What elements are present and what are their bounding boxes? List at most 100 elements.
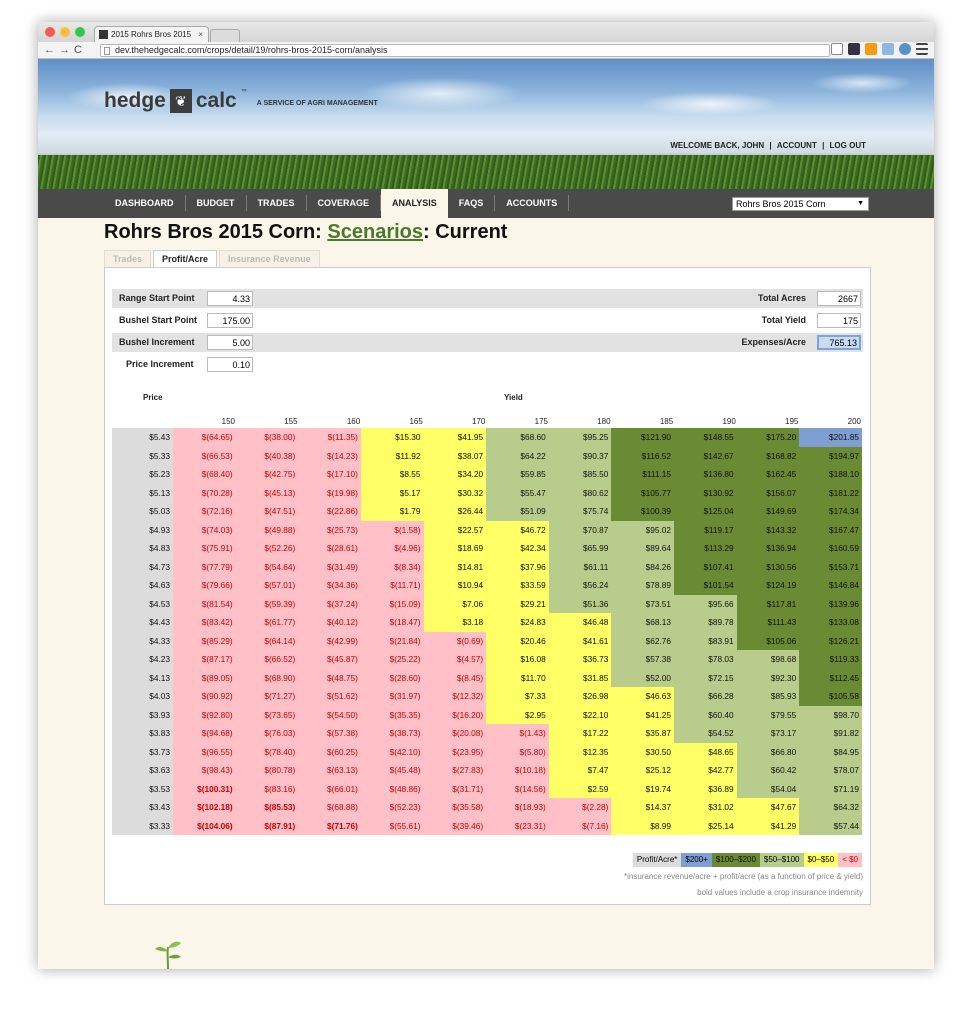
tab-close-icon[interactable]: × — [198, 27, 203, 42]
extension-icon[interactable] — [848, 43, 860, 55]
price-cell: $4.23 — [112, 650, 174, 669]
maximize-window-icon[interactable] — [75, 27, 85, 37]
profit-cell: $31.02 — [674, 798, 737, 817]
profit-cell: $64.32 — [799, 798, 862, 817]
profit-cell: $(85.53) — [235, 798, 299, 817]
profit-cell: $105.58 — [799, 687, 862, 706]
profit-cell: $119.17 — [674, 520, 737, 539]
profit-cell: $(14.56) — [486, 779, 549, 798]
profit-cell: $(38.73) — [360, 724, 424, 743]
profit-cell: $(1.43) — [486, 724, 549, 743]
profit-cell: $7.47 — [548, 761, 612, 780]
reload-icon[interactable]: C — [74, 44, 86, 56]
profit-cell: $30.32 — [423, 483, 487, 502]
nav-faqs[interactable]: FAQS — [448, 195, 496, 211]
profit-cell: $91.82 — [799, 724, 862, 743]
nav-dashboard[interactable]: DASHBOARD — [104, 195, 186, 211]
extension-icon[interactable] — [882, 43, 894, 55]
price-cell: $4.63 — [112, 576, 174, 595]
bushel-start-label: Bushel Start Point — [119, 315, 198, 325]
profit-cell: $8.55 — [360, 465, 424, 484]
price-increment-input[interactable] — [207, 357, 253, 372]
profit-cell: $(54.50) — [298, 705, 361, 724]
nav-coverage[interactable]: COVERAGE — [307, 195, 382, 211]
nav-budget[interactable]: BUDGET — [186, 195, 247, 211]
profit-cell: $51.09 — [486, 502, 549, 521]
total-yield-input[interactable] — [817, 313, 861, 328]
profit-cell: $(34.36) — [298, 576, 361, 595]
nav-accounts[interactable]: ACCOUNTS — [495, 195, 570, 211]
bushel-start-input[interactable] — [207, 313, 253, 328]
profit-cell: $60.42 — [736, 761, 800, 780]
profit-cell: $(60.25) — [298, 742, 361, 761]
price-cell: $4.93 — [112, 520, 174, 539]
profit-cell: $66.28 — [674, 687, 737, 706]
extension-icon[interactable] — [899, 43, 911, 55]
profit-cell: $16.08 — [486, 650, 549, 669]
scenarios-link[interactable]: Scenarios — [327, 221, 423, 243]
extension-icon[interactable] — [865, 43, 877, 55]
analysis-tabs: Trades Profit/Acre Insurance Revenue — [104, 250, 871, 267]
profit-cell: $10.94 — [423, 576, 487, 595]
color-legend: Profit/Acre* $200+ $100–$200 $50–$100 $0–$50… — [632, 853, 862, 867]
profit-cell: $(68.88) — [298, 798, 361, 817]
profit-cell: $(85.29) — [173, 631, 236, 650]
price-axis-label: Price — [143, 393, 163, 402]
forward-icon[interactable]: → — [59, 44, 74, 56]
tab-insurance-revenue[interactable]: Insurance Revenue — [219, 250, 320, 267]
profit-cell: $2.95 — [486, 705, 549, 724]
account-link[interactable]: ACCOUNT — [777, 141, 817, 150]
profit-cell: $71.19 — [799, 779, 862, 798]
profit-cell: $201.85 — [799, 428, 862, 447]
tab-trades[interactable]: Trades — [104, 250, 152, 267]
crop-select[interactable]: Rohrs Bros 2015 Corn ▼ — [732, 197, 869, 211]
price-cell: $4.53 — [112, 594, 174, 613]
profit-cell: $136.94 — [736, 539, 800, 558]
table-row: $4.53 $(81.54) $(59.39) $(37.24) $(15.09) $7.… — [112, 594, 862, 613]
close-window-icon[interactable] — [45, 27, 55, 37]
yield-header: 160 — [346, 417, 361, 426]
yield-axis-label: Yield — [504, 393, 523, 402]
back-icon[interactable]: ← — [44, 44, 59, 56]
profit-cell: $(92.80) — [173, 705, 236, 724]
total-acres-input[interactable] — [817, 291, 861, 306]
legend-item: < $0 — [838, 853, 862, 867]
profit-cell: $(48.75) — [298, 668, 361, 687]
nav-analysis[interactable]: ANALYSIS — [381, 189, 448, 218]
site-logo[interactable]: hedge ❦ calc ™ A SERVICE OF AGRI MANAGEM… — [104, 89, 378, 113]
logout-link[interactable]: LOG OUT — [830, 141, 866, 150]
profit-cell: $(40.38) — [235, 446, 299, 465]
menu-icon[interactable] — [916, 43, 928, 55]
profit-cell: $2.59 — [548, 779, 612, 798]
profit-cell: $105.77 — [611, 483, 675, 502]
profit-cell: $(87.17) — [173, 650, 236, 669]
logo-text-left: hedge — [104, 89, 166, 112]
main-nav-list: DASHBOARD BUDGET TRADES COVERAGE ANALYSIS FAQ… — [104, 189, 570, 218]
tab-profit-acre[interactable]: Profit/Acre — [153, 250, 218, 267]
range-start-input[interactable] — [207, 291, 253, 306]
minimize-window-icon[interactable] — [60, 27, 70, 37]
profit-cell: $66.80 — [736, 742, 800, 761]
profit-cell: $(66.01) — [298, 779, 361, 798]
expenses-input[interactable] — [817, 335, 861, 350]
profit-cell: $(77.79) — [173, 557, 236, 576]
bushel-increment-input[interactable] — [207, 335, 253, 350]
profit-cell: $(83.42) — [173, 613, 236, 632]
new-tab-button[interactable] — [210, 29, 240, 42]
profit-cell: $(12.32) — [423, 687, 487, 706]
profit-cell: $(27.83) — [423, 761, 487, 780]
profit-cell: $(51.62) — [298, 687, 361, 706]
welcome-text: WELCOME BACK, JOHN — [670, 141, 765, 150]
profit-cell: $56.24 — [548, 576, 612, 595]
profit-cell: $83.91 — [674, 631, 737, 650]
bookmark-star-icon[interactable] — [831, 43, 843, 55]
logo-tagline: A SERVICE OF AGRI MANAGEMENT — [256, 99, 378, 107]
profit-cell: $181.22 — [799, 483, 862, 502]
address-bar[interactable]: dev.thehedgecalc.com/crops/detail/19/roh… — [100, 44, 830, 57]
profit-cell: $(28.61) — [298, 539, 361, 558]
browser-tab[interactable]: 2015 Rohrs Bros 2015 Corn × — [94, 26, 209, 54]
profit-cell: $(16.20) — [423, 705, 487, 724]
nav-trades[interactable]: TRADES — [247, 195, 307, 211]
profit-cell: $175.20 — [736, 428, 800, 447]
price-cell: $4.03 — [112, 687, 174, 706]
